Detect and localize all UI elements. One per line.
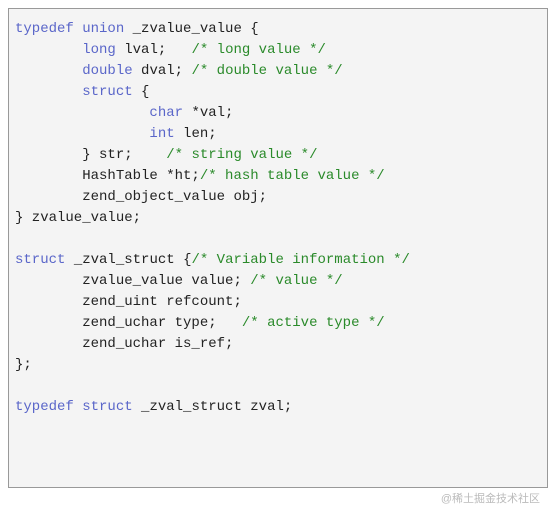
code-content: typedef union _zvalue_value { long lval;… bbox=[15, 19, 541, 418]
code-block: typedef union _zvalue_value { long lval;… bbox=[8, 8, 548, 488]
var: len; bbox=[183, 126, 217, 142]
var: lval; bbox=[124, 42, 166, 58]
comment: /* long value */ bbox=[191, 42, 325, 58]
keyword-typedef: typedef bbox=[15, 399, 74, 415]
keyword-typedef: typedef bbox=[15, 21, 74, 37]
var: *val; bbox=[191, 105, 233, 121]
comment: /* hash table value */ bbox=[200, 168, 385, 184]
brace-close: }; bbox=[15, 357, 32, 373]
stmt: HashTable *ht; bbox=[82, 168, 200, 184]
stmt: zend_uchar type; bbox=[82, 315, 216, 331]
keyword-long: long bbox=[82, 42, 116, 58]
stmt: zend_object_value obj; bbox=[82, 189, 267, 205]
brace: { bbox=[250, 21, 258, 37]
type-name: _zval_struct bbox=[74, 252, 175, 268]
brace: { bbox=[141, 84, 149, 100]
comment: /* active type */ bbox=[242, 315, 385, 331]
var: dval; bbox=[141, 63, 183, 79]
keyword-double: double bbox=[82, 63, 132, 79]
comment: /* double value */ bbox=[191, 63, 342, 79]
keyword-struct: struct bbox=[82, 84, 132, 100]
keyword-struct: struct bbox=[82, 399, 132, 415]
brace-close: } zvalue_value; bbox=[15, 210, 141, 226]
type-name: _zvalue_value bbox=[133, 21, 242, 37]
brace-close: } str; bbox=[82, 147, 132, 163]
type-name: _zval_struct zval; bbox=[141, 399, 292, 415]
comment: /* string value */ bbox=[166, 147, 317, 163]
stmt: zend_uint refcount; bbox=[82, 294, 242, 310]
keyword-struct: struct bbox=[15, 252, 65, 268]
keyword-union: union bbox=[82, 21, 124, 37]
keyword-int: int bbox=[149, 126, 174, 142]
stmt: zvalue_value value; bbox=[82, 273, 242, 289]
keyword-char: char bbox=[149, 105, 183, 121]
watermark: @稀土掘金技术社区 bbox=[441, 490, 540, 506]
comment: /* Variable information */ bbox=[191, 252, 409, 268]
comment: /* value */ bbox=[250, 273, 342, 289]
stmt: zend_uchar is_ref; bbox=[82, 336, 233, 352]
